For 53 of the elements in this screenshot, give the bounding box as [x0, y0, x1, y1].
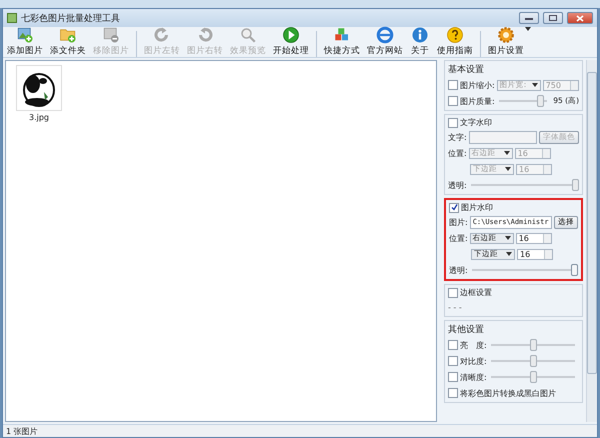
panda-thumbnail[interactable] [16, 65, 62, 111]
checkbox[interactable]: 图片水印 [449, 202, 578, 213]
file-name: 3.jpg [28, 113, 49, 122]
field-label: 透明: [449, 264, 468, 276]
toolbar-button[interactable]: 快捷方式 [322, 26, 362, 57]
app-icon [7, 13, 17, 23]
maximize-button[interactable] [543, 12, 563, 24]
caret-icon [505, 167, 511, 171]
field-label: 文字: [448, 132, 467, 142]
toolbar-button[interactable]: 图片设置 [486, 26, 526, 57]
checkbox[interactable]: 对比度: [448, 356, 487, 366]
toolbar-button[interactable]: 开始处理 [271, 26, 311, 57]
toolbar-button[interactable]: 使用指南 [435, 26, 475, 57]
caret-icon [532, 83, 538, 87]
checkmark-icon [450, 204, 458, 211]
close-icon [576, 14, 584, 22]
caret-icon [504, 151, 510, 155]
toolbar-button[interactable]: 添加图片 [5, 26, 45, 57]
caret-icon [506, 252, 512, 256]
checkbox[interactable]: 文字水印 [448, 117, 579, 128]
spin-field[interactable]: 16 [517, 248, 553, 260]
slider[interactable] [470, 265, 578, 275]
group-title: 其他设置 [448, 324, 485, 336]
checkbox[interactable]: 图片缩小: [448, 80, 495, 90]
checkbox[interactable]: 亮 度: [448, 340, 487, 350]
picture-minus-icon [101, 26, 121, 44]
field-label: 位置: [448, 148, 467, 158]
checkbox[interactable]: 清晰度: [448, 372, 487, 382]
checkbox[interactable]: 图片质量: [448, 96, 495, 106]
status-bar: 1 张图片 [3, 424, 597, 437]
toolbar-button[interactable]: 官方网站 [365, 26, 405, 57]
checkbox[interactable]: 将彩色图片转换成黑白图片 [448, 388, 556, 398]
caret-icon [504, 236, 511, 240]
window-title: 七彩色图片批量处理工具 [21, 12, 121, 24]
close-button[interactable] [567, 12, 593, 24]
gear-icon [496, 26, 516, 44]
field-label: 位置: [449, 232, 468, 244]
toolbar-button[interactable]: 添文件夹 [48, 26, 88, 57]
minimize-button[interactable] [519, 12, 539, 24]
group-title: 基本设置 [448, 64, 485, 76]
help-icon [445, 26, 465, 44]
maximize-icon [549, 15, 557, 21]
checkbox[interactable]: 边框设置 [448, 287, 579, 298]
picture-plus-icon [15, 26, 35, 44]
minimize-icon [525, 16, 533, 20]
info-icon [410, 26, 430, 44]
dash-marks: - - - [448, 302, 462, 312]
play-icon [281, 26, 301, 44]
field-label: 透明: [448, 180, 467, 190]
field-label: 图片: [449, 216, 468, 228]
toolbar-button[interactable]: 关于 [408, 26, 432, 57]
spin-field[interactable]: 16 [516, 232, 552, 244]
scrollbar[interactable] [586, 60, 597, 422]
